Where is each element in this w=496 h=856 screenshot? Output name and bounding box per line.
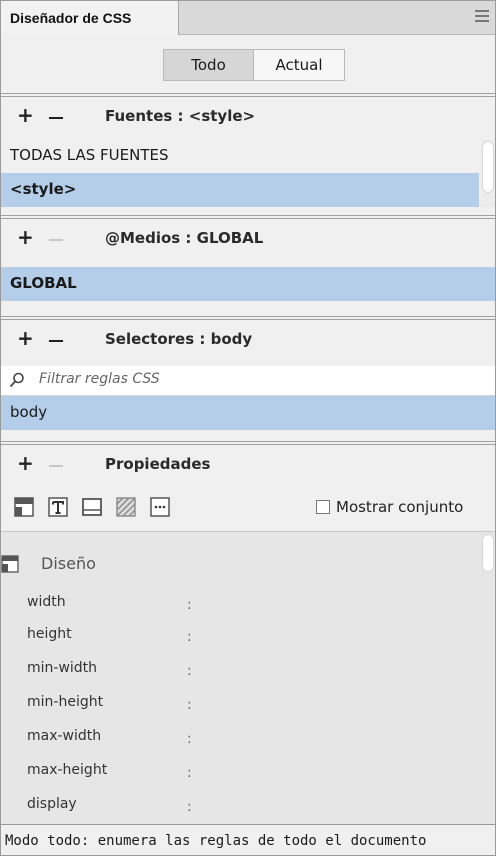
status-bar: Modo todo: enumera las reglas de todo el…	[1, 824, 495, 855]
mode-toggle: Todo Actual	[1, 35, 495, 93]
add-media-plus-icon[interactable]: +	[17, 225, 34, 249]
category-label: Diseño	[41, 554, 96, 573]
prop-height: height	[27, 626, 72, 642]
prop-min-height-colon[interactable]: :	[187, 697, 192, 713]
layout-category-icon	[1, 555, 19, 573]
properties-scrollbar[interactable]	[481, 532, 495, 824]
prop-min-width-colon[interactable]: :	[187, 663, 192, 679]
add-selector-plus-icon[interactable]: +	[17, 326, 34, 350]
filter-css-rules-field[interactable]: Filtrar reglas CSS	[1, 366, 495, 396]
panel-tab-css-designer[interactable]: Diseñador de CSS	[1, 1, 179, 35]
fuentes-title: Fuentes : <style>	[105, 107, 256, 125]
panel-tabbar: Diseñador de CSS	[1, 1, 495, 35]
background-icon[interactable]	[115, 496, 137, 518]
prop-max-height-colon[interactable]: :	[187, 765, 192, 781]
prop-max-width: max-width	[27, 728, 102, 744]
border-icon[interactable]	[81, 496, 103, 518]
prop-width: width	[27, 594, 66, 610]
css-designer-panel: Diseñador de CSS Todo Actual + Fuentes :…	[0, 0, 496, 856]
remove-selector-minus-icon[interactable]	[49, 340, 63, 342]
add-property-plus-icon[interactable]: +	[17, 451, 34, 475]
selector-item-body[interactable]: body	[1, 396, 495, 430]
sources-scrollbar-thumb[interactable]	[482, 141, 494, 193]
prop-max-width-colon[interactable]: :	[187, 731, 192, 747]
mode-todo-button[interactable]: Todo	[163, 49, 253, 81]
panel-menu-icon[interactable]	[475, 10, 489, 24]
medios-section-header: + @Medios : GLOBAL	[1, 215, 495, 257]
fuentes-section-header: + Fuentes : <style>	[1, 93, 495, 135]
text-icon[interactable]	[47, 496, 69, 518]
prop-display: display	[27, 796, 77, 812]
media-item-global[interactable]: GLOBAL	[1, 267, 495, 301]
propiedades-section-header: + Propiedades	[1, 441, 495, 483]
more-icon[interactable]	[149, 496, 171, 518]
properties-toolbar: Mostrar conjunto	[1, 486, 495, 532]
filter-placeholder: Filtrar reglas CSS	[39, 371, 160, 387]
selectores-title: Selectores : body	[105, 330, 253, 348]
prop-width-colon[interactable]: :	[187, 597, 192, 613]
remove-media-minus-icon	[49, 239, 63, 241]
prop-min-height: min-height	[27, 694, 104, 710]
source-item-all[interactable]: TODAS LAS FUENTES	[1, 139, 479, 173]
medios-title: @Medios : GLOBAL	[105, 229, 264, 247]
prop-min-width: min-width	[27, 660, 98, 676]
remove-source-minus-icon[interactable]	[49, 117, 63, 119]
add-source-plus-icon[interactable]: +	[17, 103, 34, 127]
layout-icon[interactable]	[13, 496, 35, 518]
prop-height-colon[interactable]: :	[187, 629, 192, 645]
properties-scrollbar-thumb[interactable]	[482, 534, 494, 572]
propiedades-title: Propiedades	[105, 455, 211, 473]
checkbox-box[interactable]	[316, 500, 330, 514]
selectores-section-header: + Selectores : body	[1, 316, 495, 358]
show-set-label: Mostrar conjunto	[336, 498, 464, 516]
remove-property-minus-icon	[49, 465, 63, 467]
prop-max-height: max-height	[27, 762, 108, 778]
prop-display-colon[interactable]: :	[187, 799, 192, 815]
source-item-style[interactable]: <style>	[1, 173, 479, 207]
show-set-checkbox[interactable]: Mostrar conjunto	[316, 498, 463, 516]
category-layout: Diseño	[1, 554, 96, 573]
properties-list: Diseño width : height : min-width : min-…	[1, 532, 495, 824]
search-icon	[9, 372, 24, 388]
mode-actual-button[interactable]: Actual	[253, 49, 345, 81]
